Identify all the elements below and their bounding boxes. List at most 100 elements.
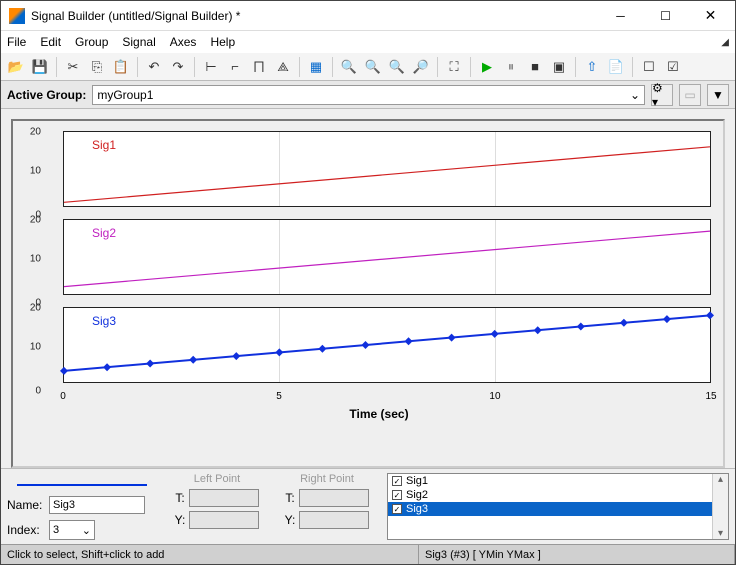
minimize-button[interactable]: ─ (598, 2, 643, 30)
index-select[interactable]: 3 ⌄ (49, 520, 95, 540)
requirements-icon[interactable]: ☑ (662, 56, 684, 78)
zoom-in-y-icon[interactable]: 🔍 (362, 56, 384, 78)
left-t-input (189, 489, 259, 507)
toolbar: 📂 💾 ✂ ⎘ 📋 ↶ ↷ ⊢ ⌐ ⨅ ⟁ ▦ 🔍 🔍 🔍 🔎 ⛶ ▶ ⏸ ■ … (1, 53, 735, 81)
right-y-input (299, 511, 369, 529)
active-group-select[interactable]: myGroup1 ⌄ (92, 85, 645, 105)
left-point-header: Left Point (194, 473, 240, 485)
play-icon[interactable]: ▶ (476, 56, 498, 78)
fit-all-icon[interactable]: ⛶ (443, 56, 465, 78)
zoom-out-icon[interactable]: 🔎 (410, 56, 432, 78)
xtick: 10 (489, 391, 500, 402)
group-expand-button[interactable]: ▼ (707, 84, 729, 106)
ytick: 0 (23, 386, 41, 397)
x-axis-title: Time (sec) (43, 407, 715, 421)
xtick: 0 (60, 391, 66, 402)
window-title: Signal Builder (untitled/Signal Builder)… (31, 9, 598, 23)
signal-list[interactable]: ✓ Sig1 ✓ Sig2 ✓ Sig3 ▴ ▾ (387, 473, 729, 540)
signal-list-label: Sig1 (406, 475, 428, 487)
axes-sig2[interactable]: 0 10 20 Sig2 (43, 215, 715, 303)
copy-icon[interactable]: ⎘ (86, 56, 108, 78)
index-value: 3 (53, 524, 59, 536)
sig2-line[interactable] (64, 220, 710, 294)
active-group-value: myGroup1 (97, 88, 153, 102)
ytick: 20 (23, 127, 41, 138)
grid-icon[interactable]: ▦ (305, 56, 327, 78)
zoom-in-xy-icon[interactable]: 🔍 (386, 56, 408, 78)
scroll-down-icon[interactable]: ▾ (718, 528, 723, 539)
ytick: 10 (23, 254, 41, 265)
signal-preview-line (17, 477, 147, 486)
signal-list-label: Sig3 (406, 503, 428, 515)
menu-file[interactable]: File (7, 35, 26, 49)
menu-help[interactable]: Help (210, 35, 235, 49)
pulse-signal-icon[interactable]: ⨅ (248, 56, 270, 78)
redo-icon[interactable]: ↷ (167, 56, 189, 78)
right-point-header: Right Point (300, 473, 354, 485)
sig1-line[interactable] (64, 132, 710, 206)
left-y-input (189, 511, 259, 529)
editor-panel: Name: Index: 3 ⌄ Left Point T: Y: Right … (1, 468, 735, 544)
cut-icon[interactable]: ✂ (62, 56, 84, 78)
goto-model-icon[interactable]: ⇧ (581, 56, 603, 78)
menu-group[interactable]: Group (75, 35, 108, 49)
checkbox-icon[interactable]: ✓ (392, 504, 402, 514)
axes-sig1[interactable]: 0 10 20 Sig1 (43, 127, 715, 215)
menubar: File Edit Group Signal Axes Help ◢ (1, 31, 735, 53)
maximize-button[interactable]: ☐ (643, 2, 688, 30)
group-hide-button[interactable]: ▭ (679, 84, 701, 106)
name-label: Name: (7, 498, 45, 512)
status-info: Sig3 (#3) [ YMin YMax ] (419, 545, 735, 564)
chevron-down-icon: ⌄ (82, 524, 91, 537)
ytick: 20 (23, 215, 41, 226)
xtick: 5 (276, 391, 282, 402)
paste-icon[interactable]: 📋 (110, 56, 132, 78)
run-all-icon[interactable]: ▣ (548, 56, 570, 78)
signal-list-item-sig1[interactable]: ✓ Sig1 (388, 474, 728, 488)
verification-manager-icon[interactable]: ☐ (638, 56, 660, 78)
ytick: 20 (23, 303, 41, 314)
menu-signal[interactable]: Signal (122, 35, 155, 49)
ytick: 10 (23, 166, 41, 177)
axes-sig3[interactable]: 0 10 20 Sig3 (43, 303, 715, 391)
plot-frame: 0 10 20 Sig1 0 10 20 Sig2 (11, 119, 725, 468)
ytick: 10 (23, 342, 41, 353)
dock-corner-icon[interactable]: ◢ (721, 37, 729, 48)
titlebar: Signal Builder (untitled/Signal Builder)… (1, 1, 735, 31)
triangle-signal-icon[interactable]: ⟁ (272, 56, 294, 78)
pause-icon[interactable]: ⏸ (500, 56, 522, 78)
close-button[interactable]: ✕ (688, 2, 733, 30)
step-signal-icon[interactable]: ⌐ (224, 56, 246, 78)
name-input[interactable] (49, 496, 145, 514)
signal-list-label: Sig2 (406, 489, 428, 501)
menu-edit[interactable]: Edit (40, 35, 61, 49)
checkbox-icon[interactable]: ✓ (392, 490, 402, 500)
save-icon[interactable]: 💾 (29, 56, 51, 78)
chevron-down-icon: ⌄ (630, 88, 640, 102)
open-icon[interactable]: 📂 (5, 56, 27, 78)
constant-signal-icon[interactable]: ⊢ (200, 56, 222, 78)
group-settings-button[interactable]: ⚙ ▾ (651, 84, 673, 106)
stop-icon[interactable]: ■ (524, 56, 546, 78)
plot-region: 0 10 20 Sig1 0 10 20 Sig2 (1, 109, 735, 468)
checkbox-icon[interactable]: ✓ (392, 476, 402, 486)
left-point-column: Left Point T: Y: (167, 473, 267, 540)
statusbar: Click to select, Shift+click to add Sig3… (1, 544, 735, 564)
index-label: Index: (7, 523, 45, 537)
app-icon (9, 8, 25, 24)
signal-list-scrollbar[interactable]: ▴ ▾ (712, 474, 728, 539)
menu-axes[interactable]: Axes (170, 35, 197, 49)
right-point-column: Right Point T: Y: (277, 473, 377, 540)
zoom-in-x-icon[interactable]: 🔍 (338, 56, 360, 78)
undo-icon[interactable]: ↶ (143, 56, 165, 78)
right-t-input (299, 489, 369, 507)
signal-list-item-sig3[interactable]: ✓ Sig3 (388, 502, 728, 516)
active-group-bar: Active Group: myGroup1 ⌄ ⚙ ▾ ▭ ▼ (1, 81, 735, 109)
signal-list-item-sig2[interactable]: ✓ Sig2 (388, 488, 728, 502)
active-group-label: Active Group: (7, 88, 86, 102)
xtick: 15 (705, 391, 716, 402)
export-to-ws-icon[interactable]: 📄 (605, 56, 627, 78)
scroll-up-icon[interactable]: ▴ (718, 474, 723, 485)
x-axis-ticks: 0 5 10 15 (63, 391, 711, 405)
sig3-markers[interactable] (64, 308, 710, 382)
